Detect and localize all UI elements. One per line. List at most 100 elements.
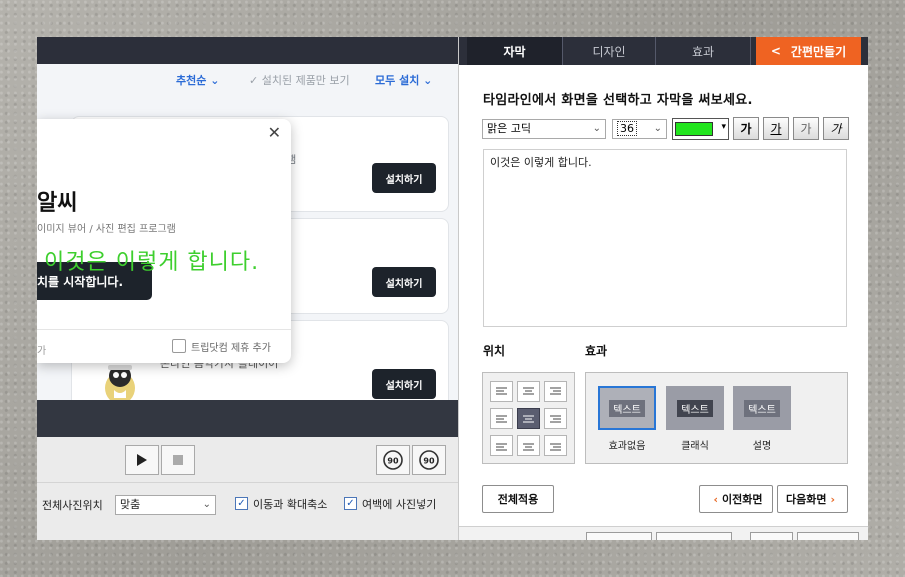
prev-screen-button[interactable]: ‹ 이전화면 xyxy=(699,485,773,513)
apply-all-button[interactable]: 전체적용 xyxy=(482,485,554,513)
partner-checkbox-label: 트립닷컴 제휴 추가 xyxy=(191,343,271,354)
installed-only-filter[interactable]: ✓ 설치된 제품만 보기 xyxy=(249,72,350,88)
bold-button[interactable]: 가 xyxy=(733,117,759,140)
effect-classic-label: 클래식 xyxy=(681,441,709,452)
effect-none-label: 효과없음 xyxy=(608,441,646,452)
preview-screen[interactable]: 추천순 ⌄ ✓ 설치된 제품만 보기 모두 설치 ⌄ 램 설치하기 설치하기 알… xyxy=(37,64,458,436)
align-middle-center-icon xyxy=(523,415,534,422)
position-label: 위치 xyxy=(483,344,506,358)
photo-position-value: 맞춤 xyxy=(120,498,141,511)
quick-make-label: 간편만들기 xyxy=(790,44,847,59)
position-top-left[interactable] xyxy=(490,381,513,402)
fill-margin-label: 여백에 사진넣기 xyxy=(362,498,437,511)
effect-none-thumb[interactable]: 텍스트 xyxy=(598,386,656,430)
align-middle-left-icon xyxy=(496,415,507,422)
position-top-right[interactable] xyxy=(544,381,567,402)
dropdown-arrow-icon: ▾ xyxy=(721,122,726,132)
preview-topbar xyxy=(37,37,458,64)
font-size-value: 36 xyxy=(617,121,637,136)
chevron-right-icon: › xyxy=(830,492,836,506)
partner-checkbox[interactable] xyxy=(172,339,186,353)
effect-chip: 텍스트 xyxy=(609,399,645,417)
next-screen-button[interactable]: 다음화면 › xyxy=(777,485,848,513)
font-family-select[interactable]: 맑은 고딕 ⌄ xyxy=(482,119,606,139)
align-bottom-right-icon xyxy=(550,443,561,450)
move-zoom-label: 이동과 확대축소 xyxy=(253,498,328,511)
chevron-down-icon: ⌄ xyxy=(592,123,601,134)
dialog-footer-text: 가 xyxy=(37,346,47,357)
next-screen-label: 다음화면 xyxy=(785,493,827,506)
align-top-center-icon xyxy=(523,387,534,394)
rotate-right-icon: 90 xyxy=(419,450,439,470)
photo-position-select[interactable]: 맞춤 ⌄ xyxy=(115,495,216,515)
position-bottom-right[interactable] xyxy=(544,435,567,456)
tab-design[interactable]: 디자인 xyxy=(563,37,656,65)
align-bottom-left-icon xyxy=(496,443,507,450)
install-button[interactable]: 설치하기 xyxy=(372,369,436,399)
chevron-down-icon: ⌄ xyxy=(653,123,662,134)
toolbar-button[interactable] xyxy=(750,532,793,540)
effect-label: 효과 xyxy=(585,344,608,358)
sort-bar: 추천순 ⌄ ✓ 설치된 제품만 보기 모두 설치 ⌄ xyxy=(37,72,458,92)
playback-controls: 90 90 xyxy=(37,437,458,483)
toolbar-button[interactable] xyxy=(656,532,732,540)
align-top-left-icon xyxy=(496,387,507,394)
install-button[interactable]: 설치하기 xyxy=(372,163,436,193)
rotate-right-button[interactable]: 90 xyxy=(412,445,446,475)
play-button[interactable] xyxy=(125,445,159,475)
quick-make-button[interactable]: < 간편만들기 xyxy=(756,37,861,65)
position-bottom-center[interactable] xyxy=(517,435,540,456)
effect-desc-thumb[interactable]: 텍스트 xyxy=(733,386,791,430)
outline-button[interactable]: 가 xyxy=(823,117,849,140)
dialog-divider xyxy=(37,329,291,330)
position-bottom-left[interactable] xyxy=(490,435,513,456)
align-top-right-icon xyxy=(550,387,561,394)
bottom-toolbar xyxy=(459,526,868,540)
photo-options: 전체사진위치 맞춤 ⌄ ✓ 이동과 확대축소 ✓ 여백에 사진넣기 xyxy=(37,484,458,540)
timeline-strip[interactable] xyxy=(37,400,458,437)
close-icon[interactable]: ✕ xyxy=(268,123,281,142)
font-color-swatch xyxy=(675,122,713,136)
font-color-picker[interactable]: ▾ xyxy=(672,118,729,140)
stop-icon xyxy=(173,455,183,465)
install-dialog: ✕ 알씨 이미지 뷰어 / 사진 편집 프로그램 치를 시작합니다. 가 트립닷… xyxy=(37,119,291,363)
caption-panel: 자막 디자인 효과 < 간편만들기 타임라인에서 화면을 선택하고 자막을 써보… xyxy=(458,37,868,540)
shadow-button[interactable]: 가 xyxy=(793,117,819,140)
tab-caption[interactable]: 자막 xyxy=(467,37,563,65)
install-button[interactable]: 설치하기 xyxy=(372,267,436,297)
effect-chip: 텍스트 xyxy=(744,399,780,417)
move-zoom-checkbox[interactable]: ✓ xyxy=(235,497,248,510)
tab-effect[interactable]: 효과 xyxy=(656,37,751,65)
font-size-select[interactable]: 36 ⌄ xyxy=(612,119,667,139)
effect-chip: 텍스트 xyxy=(677,399,713,417)
underline-button[interactable]: 가 xyxy=(763,117,789,140)
toolbar-button[interactable] xyxy=(797,532,859,540)
stop-button[interactable] xyxy=(161,445,195,475)
position-top-center[interactable] xyxy=(517,381,540,402)
caption-textarea[interactable] xyxy=(483,149,847,327)
play-icon xyxy=(137,454,147,466)
rotate-left-button[interactable]: 90 xyxy=(376,445,410,475)
align-middle-right-icon xyxy=(550,415,561,422)
tab-bar: 자막 디자인 효과 < 간편만들기 xyxy=(459,37,868,65)
caption-instruction: 타임라인에서 화면을 선택하고 자막을 써보세요. xyxy=(483,93,753,108)
app-window: 추천순 ⌄ ✓ 설치된 제품만 보기 모두 설치 ⌄ 램 설치하기 설치하기 알… xyxy=(37,37,868,540)
position-middle-left[interactable] xyxy=(490,408,513,429)
position-middle-center[interactable] xyxy=(517,408,540,429)
dialog-subtitle: 이미지 뷰어 / 사진 편집 프로그램 xyxy=(37,224,176,235)
prev-screen-label: 이전화면 xyxy=(722,493,763,506)
photo-position-label: 전체사진위치 xyxy=(42,499,103,512)
chevron-down-icon: ⌄ xyxy=(202,499,211,510)
sort-recommended[interactable]: 추천순 ⌄ xyxy=(176,72,219,88)
effect-classic-thumb[interactable]: 텍스트 xyxy=(666,386,724,430)
chevron-left-icon: < xyxy=(770,44,781,58)
position-grid xyxy=(482,372,575,464)
svg-text:90: 90 xyxy=(423,457,435,466)
effect-desc-label: 설명 xyxy=(752,441,772,452)
install-all-link[interactable]: 모두 설치 ⌄ xyxy=(375,72,432,88)
preview-pane: 추천순 ⌄ ✓ 설치된 제품만 보기 모두 설치 ⌄ 램 설치하기 설치하기 알… xyxy=(37,37,458,540)
toolbar-button[interactable] xyxy=(586,532,652,540)
font-family-value: 맑은 고딕 xyxy=(487,122,531,135)
fill-margin-checkbox[interactable]: ✓ xyxy=(344,497,357,510)
position-middle-right[interactable] xyxy=(544,408,567,429)
